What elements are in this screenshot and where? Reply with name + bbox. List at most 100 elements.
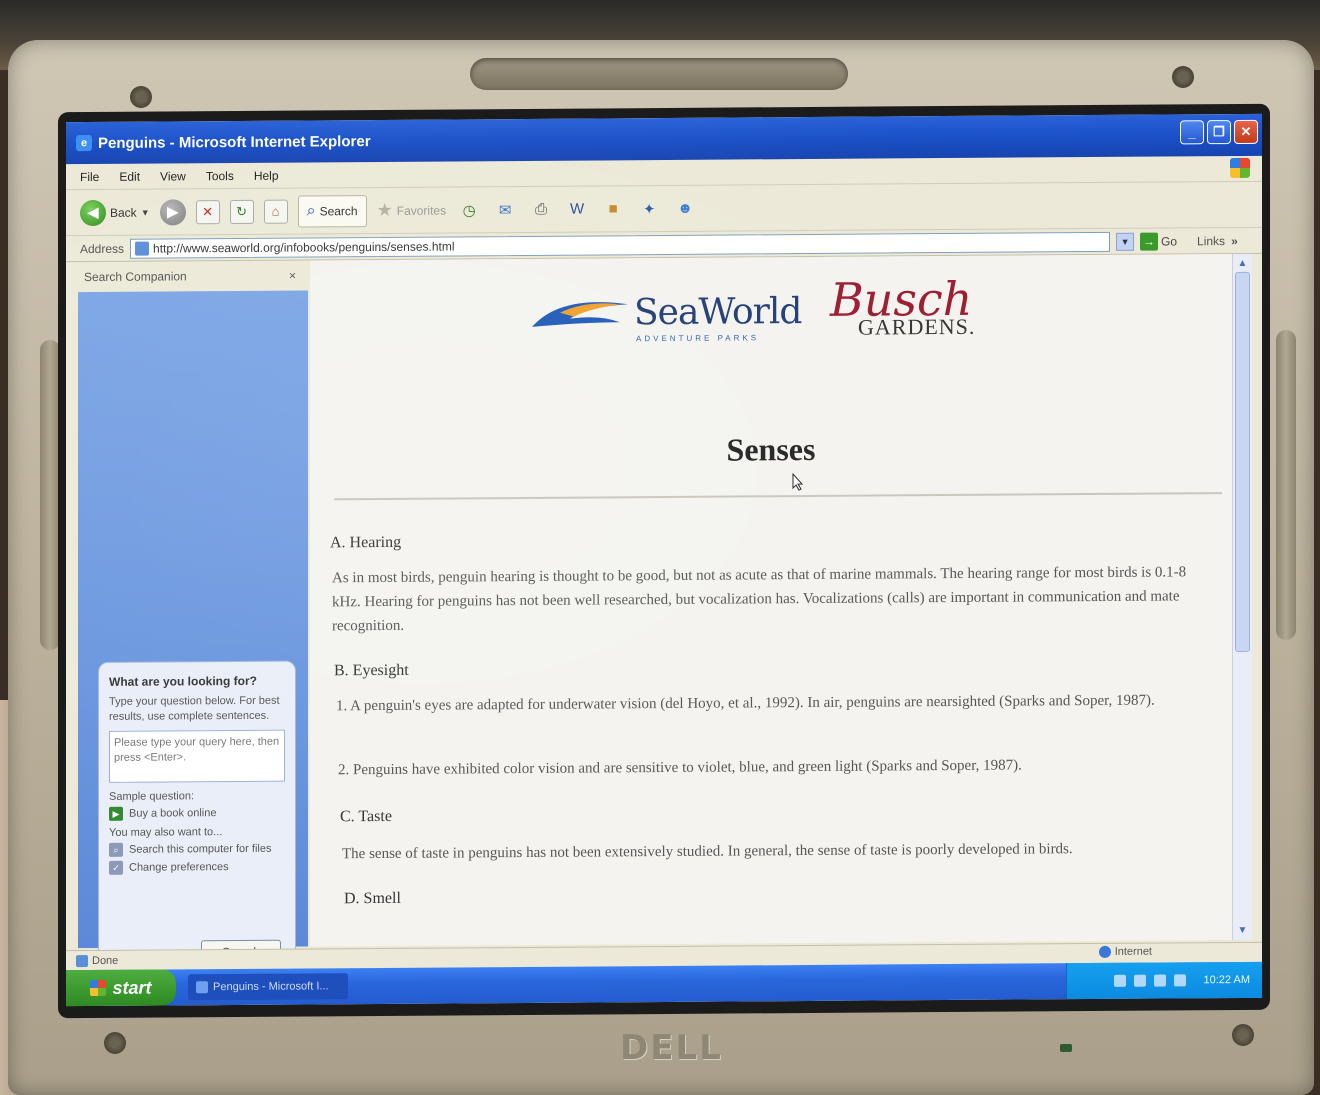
scroll-thumb[interactable]	[1235, 271, 1250, 653]
research-icon[interactable]: ✦	[636, 196, 662, 222]
search-label: Search	[319, 203, 358, 218]
arrow-right-icon: ▶	[109, 806, 123, 821]
menu-edit[interactable]: Edit	[119, 169, 140, 183]
vertical-scrollbar[interactable]: ▲ ▼	[1232, 253, 1252, 941]
restore-icon[interactable]: ❐	[1207, 120, 1231, 145]
companion-header: Search Companion ×	[78, 260, 308, 293]
web-page: SeaWorld ADVENTURE PARKS Busch GARDENS. …	[310, 254, 1232, 947]
seaworld-wave-logo	[532, 302, 628, 327]
address-input[interactable]: http://www.seaworld.org/infobooks/pengui…	[130, 231, 1111, 259]
search-companion-pane: Search Companion × What are you looking …	[78, 260, 308, 1007]
sample-question-text: Buy a book online	[129, 807, 217, 820]
section-hearing-title: A. Hearing	[330, 533, 402, 552]
security-zone: Internet	[1098, 945, 1152, 958]
scroll-down-icon[interactable]: ▼	[1235, 923, 1250, 938]
mouse-cursor-icon	[792, 473, 804, 491]
scroll-up-icon[interactable]: ▲	[1235, 256, 1250, 271]
search-computer-text: Search this computer for files	[129, 842, 272, 856]
power-led	[1060, 1044, 1072, 1052]
companion-title: Search Companion	[84, 269, 187, 285]
edit-word-icon[interactable]: W	[564, 196, 590, 222]
start-label: start	[112, 977, 152, 998]
refresh-icon[interactable]: ↻	[229, 199, 254, 224]
mail-icon[interactable]: ✉	[492, 197, 518, 223]
screen: e Penguins - Microsoft Internet Explorer…	[66, 113, 1262, 1007]
seaworld-logo[interactable]: SeaWorld	[634, 291, 801, 333]
bezel-screw	[130, 86, 152, 108]
volume-icon[interactable]	[1153, 974, 1166, 987]
address-label: Address	[80, 241, 125, 256]
window-controls: _ ❐ ✕	[1180, 119, 1258, 145]
windows-flag-icon	[1230, 157, 1250, 179]
search-icon: ⌕	[306, 201, 316, 219]
battery-icon[interactable]	[1133, 974, 1146, 987]
close-icon[interactable]: ×	[289, 269, 296, 283]
toolbar: ◀ Back ▼ ▶ ✕ ↻ ⌂ ⌕ Search ★ Favorites ◷ …	[66, 181, 1262, 237]
minimize-icon[interactable]: _	[1180, 120, 1204, 145]
sample-question-label: Sample question:	[109, 790, 194, 803]
page-title: Senses	[726, 430, 816, 468]
globe-icon	[1098, 945, 1111, 958]
lid-grip-right	[1276, 330, 1296, 640]
search-computer-link[interactable]: ⌕ Search this computer for files	[109, 842, 285, 857]
preferences-icon: ✓	[109, 860, 123, 875]
companion-bubble: What are you looking for? Type your ques…	[98, 660, 296, 982]
history-icon[interactable]: ◷	[456, 197, 482, 223]
search-computer-icon: ⌕	[109, 842, 123, 857]
back-arrow-icon: ◀	[80, 199, 106, 226]
discuss-icon[interactable]: ■	[600, 196, 626, 222]
dell-logo: DELL	[620, 1028, 723, 1068]
page-done-icon	[76, 954, 88, 967]
forward-arrow-icon[interactable]: ▶	[159, 198, 186, 226]
section-eyesight-title: B. Eyesight	[334, 661, 409, 680]
lid-latch	[470, 58, 848, 90]
section-taste-title: C. Taste	[340, 807, 392, 826]
address-dropdown-icon[interactable]: ▼	[1116, 232, 1135, 251]
zone-label: Internet	[1114, 945, 1152, 958]
companion-question-hint: Type your question below. For best resul…	[109, 694, 280, 723]
chevron-right-icon[interactable]: »	[1231, 233, 1238, 247]
companion-query-input[interactable]: Please type your query here, then press …	[109, 729, 285, 783]
section-smell-title: D. Smell	[344, 889, 401, 908]
change-preferences-link[interactable]: ✓ Change preferences	[109, 860, 285, 875]
links-button[interactable]: Links	[1197, 234, 1225, 248]
system-tray: 10:22 AM	[1066, 961, 1262, 1000]
taskbar-item-ie[interactable]: Penguins - Microsoft I...	[188, 973, 348, 1001]
menu-help[interactable]: Help	[254, 168, 279, 182]
back-label: Back	[110, 205, 137, 220]
back-button[interactable]: ◀ Back ▼	[80, 199, 150, 226]
wireless-icon[interactable]	[1173, 974, 1186, 987]
menu-view[interactable]: View	[160, 169, 186, 183]
start-button[interactable]: start	[66, 969, 176, 1007]
companion-question-title: What are you looking for?	[109, 673, 258, 689]
ie-window-icon	[196, 981, 208, 994]
status-text: Done	[92, 954, 119, 967]
favorites-button[interactable]: ★ Favorites	[377, 200, 447, 221]
lid-grip-left	[40, 340, 60, 650]
home-icon[interactable]: ⌂	[263, 199, 288, 224]
taste-paragraph: The sense of taste in penguins has not b…	[342, 841, 1073, 863]
page-icon	[135, 241, 150, 256]
print-icon[interactable]: ⎙	[528, 196, 554, 222]
search-button[interactable]: ⌕ Search	[297, 194, 367, 228]
star-icon: ★	[376, 199, 393, 221]
stop-icon[interactable]: ✕	[195, 199, 220, 224]
network-icon[interactable]	[1113, 974, 1126, 987]
favorites-label: Favorites	[396, 203, 447, 218]
menu-file[interactable]: File	[80, 169, 99, 183]
gardens-logo: GARDENS.	[858, 313, 976, 340]
menu-tools[interactable]: Tools	[206, 169, 234, 183]
go-button[interactable]: → Go	[1140, 232, 1177, 251]
eyesight-item-2: 2. Penguins have exhibited color vision …	[338, 757, 1022, 779]
ie-icon: e	[76, 134, 92, 152]
window-title: Penguins - Microsoft Internet Explorer	[98, 132, 371, 152]
messenger-icon[interactable]: ☻	[672, 195, 698, 221]
close-icon[interactable]: ✕	[1234, 119, 1258, 145]
divider	[334, 492, 1222, 501]
clock[interactable]: 10:22 AM	[1204, 974, 1250, 986]
chevron-down-icon[interactable]: ▼	[141, 207, 150, 217]
sample-question-link[interactable]: ▶ Buy a book online	[109, 806, 285, 821]
address-url: http://www.seaworld.org/infobooks/pengui…	[153, 238, 455, 256]
bezel-screw	[1172, 66, 1194, 88]
bezel-screw	[104, 1032, 126, 1054]
